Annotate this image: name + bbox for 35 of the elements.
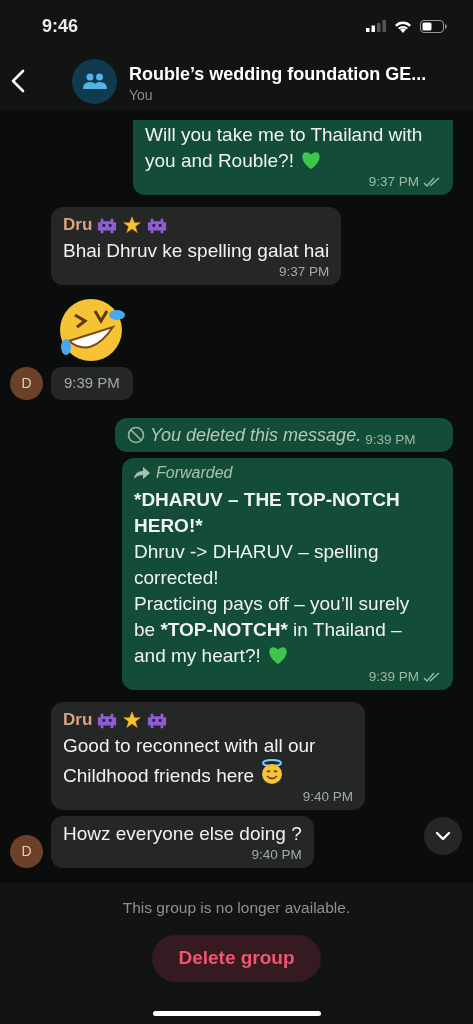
message-time: 9:39 PM	[368, 668, 419, 685]
wifi-icon	[394, 19, 412, 33]
chevron-down-icon	[435, 831, 451, 841]
chat-title[interactable]: Rouble’s wedding foundation GE...	[129, 60, 473, 88]
message-time: 9:37 PM	[368, 174, 419, 190]
sender-name: Dru	[63, 708, 93, 731]
chat-subtitle: You	[129, 87, 154, 102]
signal-icon	[366, 20, 386, 32]
message-text: Bhai Dhruv ke spelling galat hai	[63, 239, 330, 263]
message-time: 9:40 PM	[302, 788, 353, 805]
scroll-down-button[interactable]	[424, 817, 462, 855]
message-text: Dhruv -> DHARUV – spelling corrected!	[134, 539, 380, 590]
group-icon	[82, 73, 107, 89]
message-text: Practicing pays off – you’ll surely be *TOP-NOTCH* in Thailand – and my heart?!	[134, 591, 411, 668]
sender-avatar: D	[10, 834, 43, 868]
message-time: 9:40 PM	[251, 846, 302, 863]
message-text: Good to reconnect with all our Childhood friends here	[63, 733, 317, 788]
group-unavailable-notice: This group is no longer available.	[122, 898, 351, 918]
forward-arrow-icon	[134, 466, 150, 479]
message-time: 9:37 PM	[278, 264, 330, 280]
message-text: *DHARUV – THE TOP-NOTCH HERO!*	[134, 487, 401, 538]
blocked-icon	[127, 425, 145, 444]
sender-avatar: D	[10, 366, 43, 400]
forwarded-label: Forwarded	[156, 462, 233, 483]
deleted-notice: You deleted this message.	[150, 423, 362, 447]
message-text: Howz everyone else doing ?	[63, 821, 302, 846]
message-time: 9:39 PM	[365, 431, 416, 448]
back-icon[interactable]	[11, 69, 25, 93]
battery-icon	[420, 19, 447, 33]
clock-time: 9:46	[42, 14, 79, 38]
message-text: Will you take me to Thailand with you and Rouble?!	[145, 123, 424, 173]
message-time: 9:39 PM	[51, 367, 133, 400]
sender-name: Dru	[63, 214, 93, 236]
group-avatar[interactable]	[72, 58, 117, 104]
delete-group-button[interactable]: Delete group	[152, 935, 321, 982]
